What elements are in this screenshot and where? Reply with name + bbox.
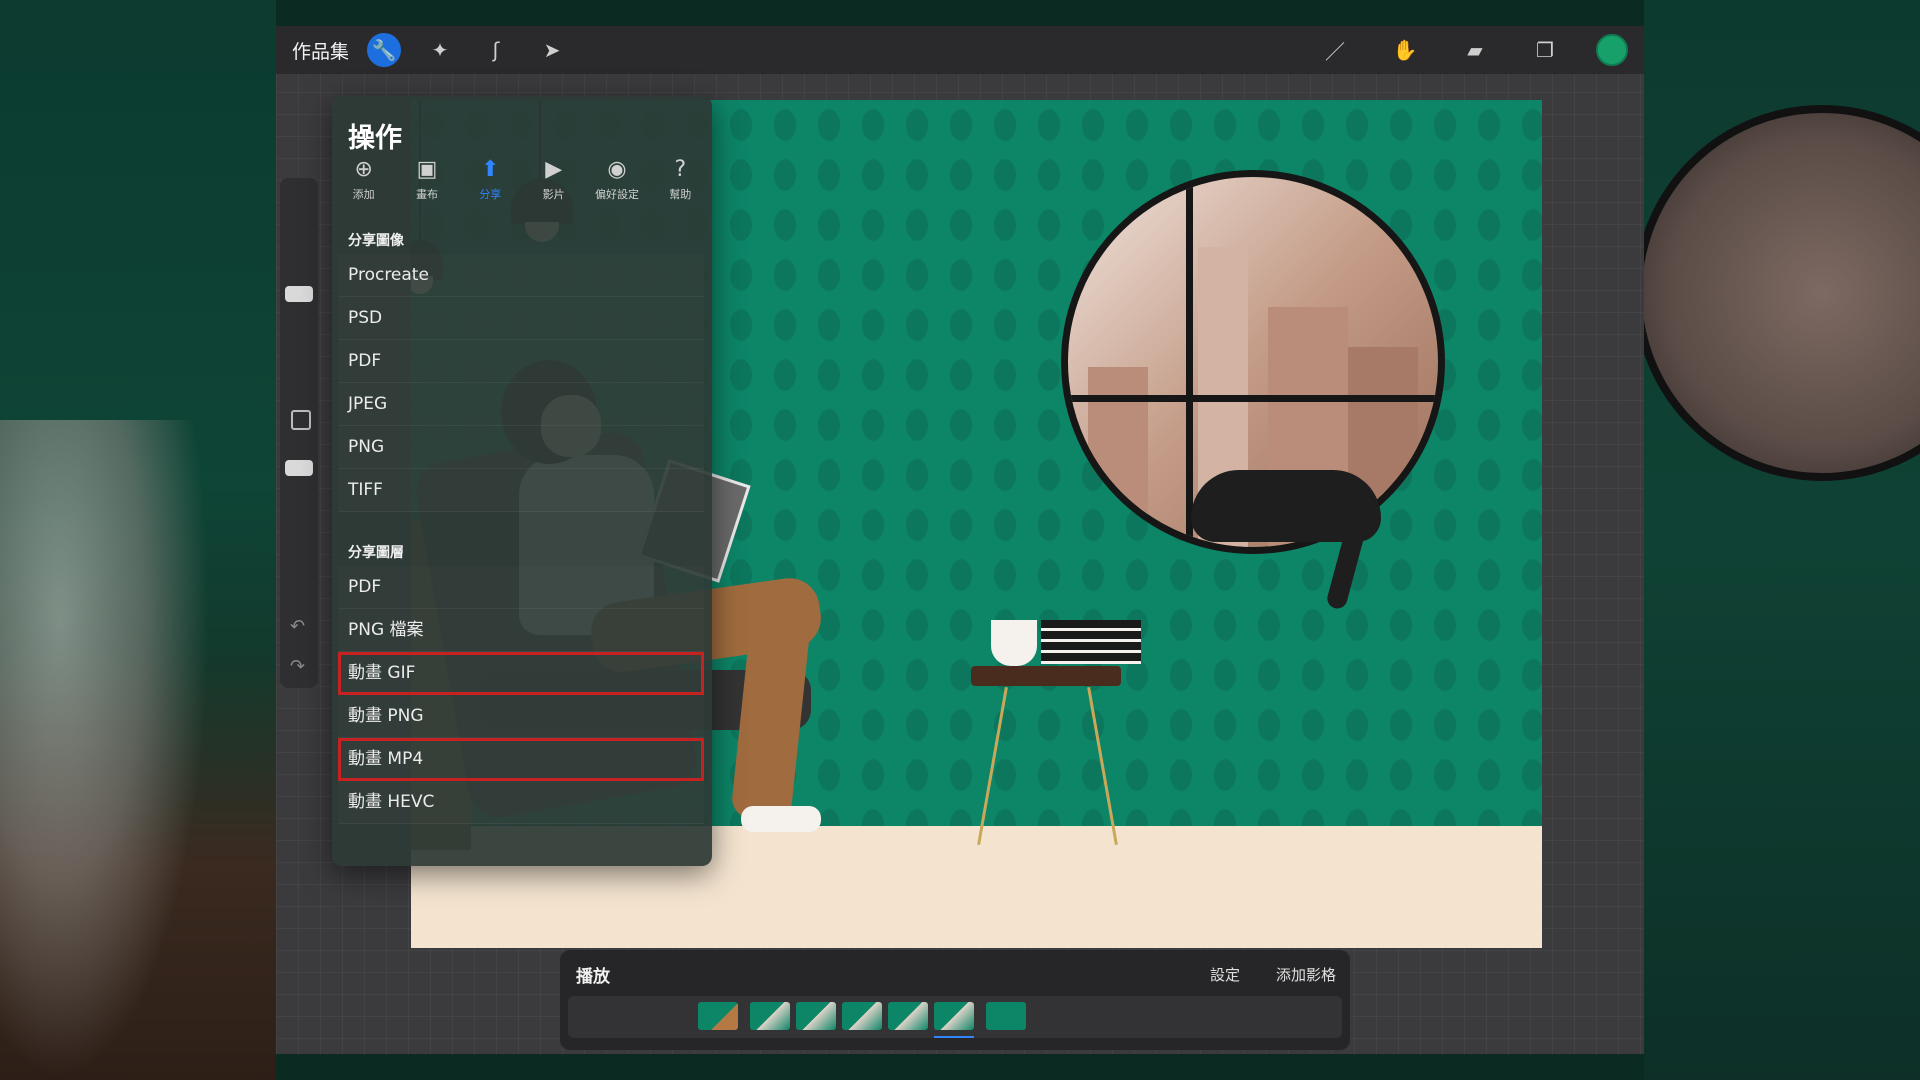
tab-label: 影片 [542, 188, 565, 201]
modify-button[interactable] [291, 410, 311, 430]
tab-label: 幫助 [669, 188, 692, 201]
share-layers-list: PDF PNG 檔案 動畫 GIF 動畫 PNG 動畫 MP4 動畫 HEVC [338, 566, 704, 824]
timeline-settings-button[interactable]: 設定 [1210, 964, 1240, 985]
share-psd[interactable]: PSD [338, 297, 704, 340]
layers-icon[interactable]: ❐ [1528, 33, 1562, 67]
tab-help[interactable]: ? 幫助 [649, 156, 712, 212]
right-tools: ／ ✋ ▰ ❐ [1282, 26, 1628, 74]
timeline-frame[interactable] [842, 1002, 882, 1030]
left-sidebar: ↶ ↷ [280, 178, 318, 688]
share-animated-png[interactable]: 動畫 PNG [338, 695, 704, 738]
tab-share[interactable]: ⬆ 分享 [459, 156, 522, 212]
window-frame-vertical [1186, 177, 1193, 547]
gallery-link[interactable]: 作品集 [292, 37, 349, 64]
table-leg [977, 686, 1008, 846]
timeline-frame[interactable] [888, 1002, 928, 1030]
timeline-frame[interactable] [796, 1002, 836, 1030]
brush-size-slider[interactable] [285, 286, 313, 302]
share-layers-heading: 分享圖層 [348, 545, 404, 561]
share-icon: ⬆ [481, 157, 500, 182]
selection-icon[interactable]: ʃ [479, 33, 513, 67]
table-leg [1087, 686, 1118, 846]
timeline-frame[interactable] [698, 1002, 738, 1030]
actions-tabs: ⊕ 添加 ▣ 畫布 ⬆ 分享 ▶ 影片 ◉ 偏好設定 ? 幫助 [332, 156, 712, 212]
share-procreate[interactable]: Procreate [338, 254, 704, 297]
background-figure [0, 420, 210, 1080]
redo-icon[interactable]: ↷ [290, 656, 305, 677]
window-frame-horizontal [1068, 395, 1438, 402]
tab-canvas[interactable]: ▣ 畫布 [395, 156, 458, 212]
undo-icon[interactable]: ↶ [290, 616, 305, 637]
actions-title: 操作 [348, 123, 402, 154]
smudge-icon[interactable]: ✋ [1388, 33, 1422, 67]
play-button[interactable]: 播放 [576, 962, 610, 987]
share-animated-hevc[interactable]: 動畫 HEVC [338, 781, 704, 824]
magic-wand-icon[interactable]: ✦ [423, 33, 457, 67]
color-picker-button[interactable] [1596, 34, 1628, 66]
share-pdf[interactable]: PDF [338, 340, 704, 383]
share-animated-gif[interactable]: 動畫 GIF [338, 652, 704, 695]
tab-label: 畫布 [415, 188, 438, 201]
tab-preferences[interactable]: ◉ 偏好設定 [585, 156, 648, 212]
share-png-files[interactable]: PNG 檔案 [338, 609, 704, 652]
actions-panel: 操作 ⊕ 添加 ▣ 畫布 ⬆ 分享 ▶ 影片 ◉ 偏好設定 ? 幫助 分享圖像 … [332, 96, 712, 866]
building [1088, 367, 1148, 547]
share-animated-mp4[interactable]: 動畫 MP4 [338, 738, 704, 781]
wrench-icon[interactable]: 🔧 [367, 33, 402, 67]
person-foot [741, 806, 821, 832]
tab-add[interactable]: ⊕ 添加 [332, 156, 395, 212]
share-tiff[interactable]: TIFF [338, 469, 704, 512]
tab-video[interactable]: ▶ 影片 [522, 156, 585, 212]
side-table [971, 666, 1121, 686]
timeline-frame-selected[interactable] [934, 1002, 974, 1038]
tab-label: 偏好設定 [594, 188, 639, 201]
opacity-slider[interactable] [285, 460, 313, 476]
animation-timeline: 播放 設定 添加影格 [560, 950, 1350, 1050]
frame-strip [568, 996, 1342, 1038]
add-icon: ⊕ [354, 157, 373, 182]
brush-icon[interactable]: ／ [1318, 33, 1352, 67]
share-png[interactable]: PNG [338, 426, 704, 469]
timeline-frame[interactable] [750, 1002, 790, 1030]
eraser-icon[interactable]: ▰ [1458, 33, 1492, 67]
book-stack [1041, 620, 1141, 664]
toggle-icon: ◉ [607, 157, 627, 182]
share-jpeg[interactable]: JPEG [338, 383, 704, 426]
top-toolbar: 作品集 🔧 ✦ ʃ ➤ ／ ✋ ▰ ❐ [276, 26, 1644, 74]
tab-label: 分享 [479, 188, 502, 201]
share-image-heading: 分享圖像 [348, 233, 404, 249]
help-icon: ? [674, 157, 687, 182]
play-icon: ▶ [545, 157, 563, 182]
add-frame-button[interactable]: 添加影格 [1276, 964, 1336, 985]
timeline-frame[interactable] [986, 1002, 1026, 1030]
coffee-cup [991, 620, 1037, 666]
share-layers-pdf[interactable]: PDF [338, 566, 704, 609]
tab-label: 添加 [352, 188, 375, 201]
transform-arrow-icon[interactable]: ➤ [535, 33, 569, 67]
canvas-icon: ▣ [416, 157, 438, 182]
share-image-list: Procreate PSD PDF JPEG PNG TIFF [338, 254, 704, 512]
procreate-app: 作品集 🔧 ✦ ʃ ➤ ／ ✋ ▰ ❐ ↶ ↷ 操作 ⊕ 添加 ▣ 畫布 ⬆ 分… [276, 26, 1644, 1054]
